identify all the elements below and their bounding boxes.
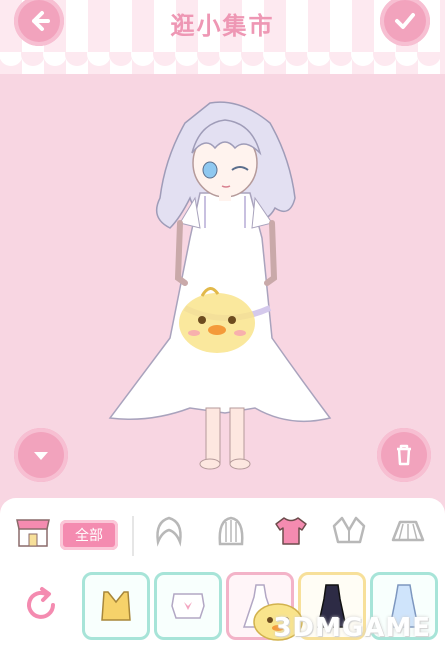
delete-button[interactable] — [377, 428, 431, 482]
skirt-icon[interactable] — [389, 512, 427, 550]
character-stage — [0, 78, 445, 498]
jacket-icon[interactable] — [330, 512, 368, 550]
item-white-ribbon-top[interactable] — [154, 572, 222, 640]
yellow-top-image — [101, 591, 131, 621]
chick-mascot — [179, 287, 255, 353]
item-yellow-crop-top[interactable] — [82, 572, 150, 640]
trash-icon — [397, 444, 411, 466]
category-divider — [132, 516, 134, 556]
awning-scallops — [0, 52, 441, 66]
all-category-button[interactable]: 全部 — [60, 520, 118, 550]
wig-icon[interactable] — [212, 512, 250, 550]
scroll-down-button[interactable] — [14, 428, 68, 482]
checkmark-icon — [395, 13, 415, 29]
shop-icon[interactable] — [14, 512, 52, 550]
page-title: 逛小集市 — [170, 12, 275, 40]
refresh-icon[interactable] — [20, 584, 62, 626]
category-bar: 全部 — [0, 504, 445, 556]
white-top-image — [171, 593, 205, 619]
watermark-text: 3DMGAME — [273, 613, 431, 643]
hair-icon[interactable] — [150, 512, 188, 550]
chevron-down-icon — [34, 452, 48, 460]
tshirt-icon[interactable] — [272, 512, 310, 550]
